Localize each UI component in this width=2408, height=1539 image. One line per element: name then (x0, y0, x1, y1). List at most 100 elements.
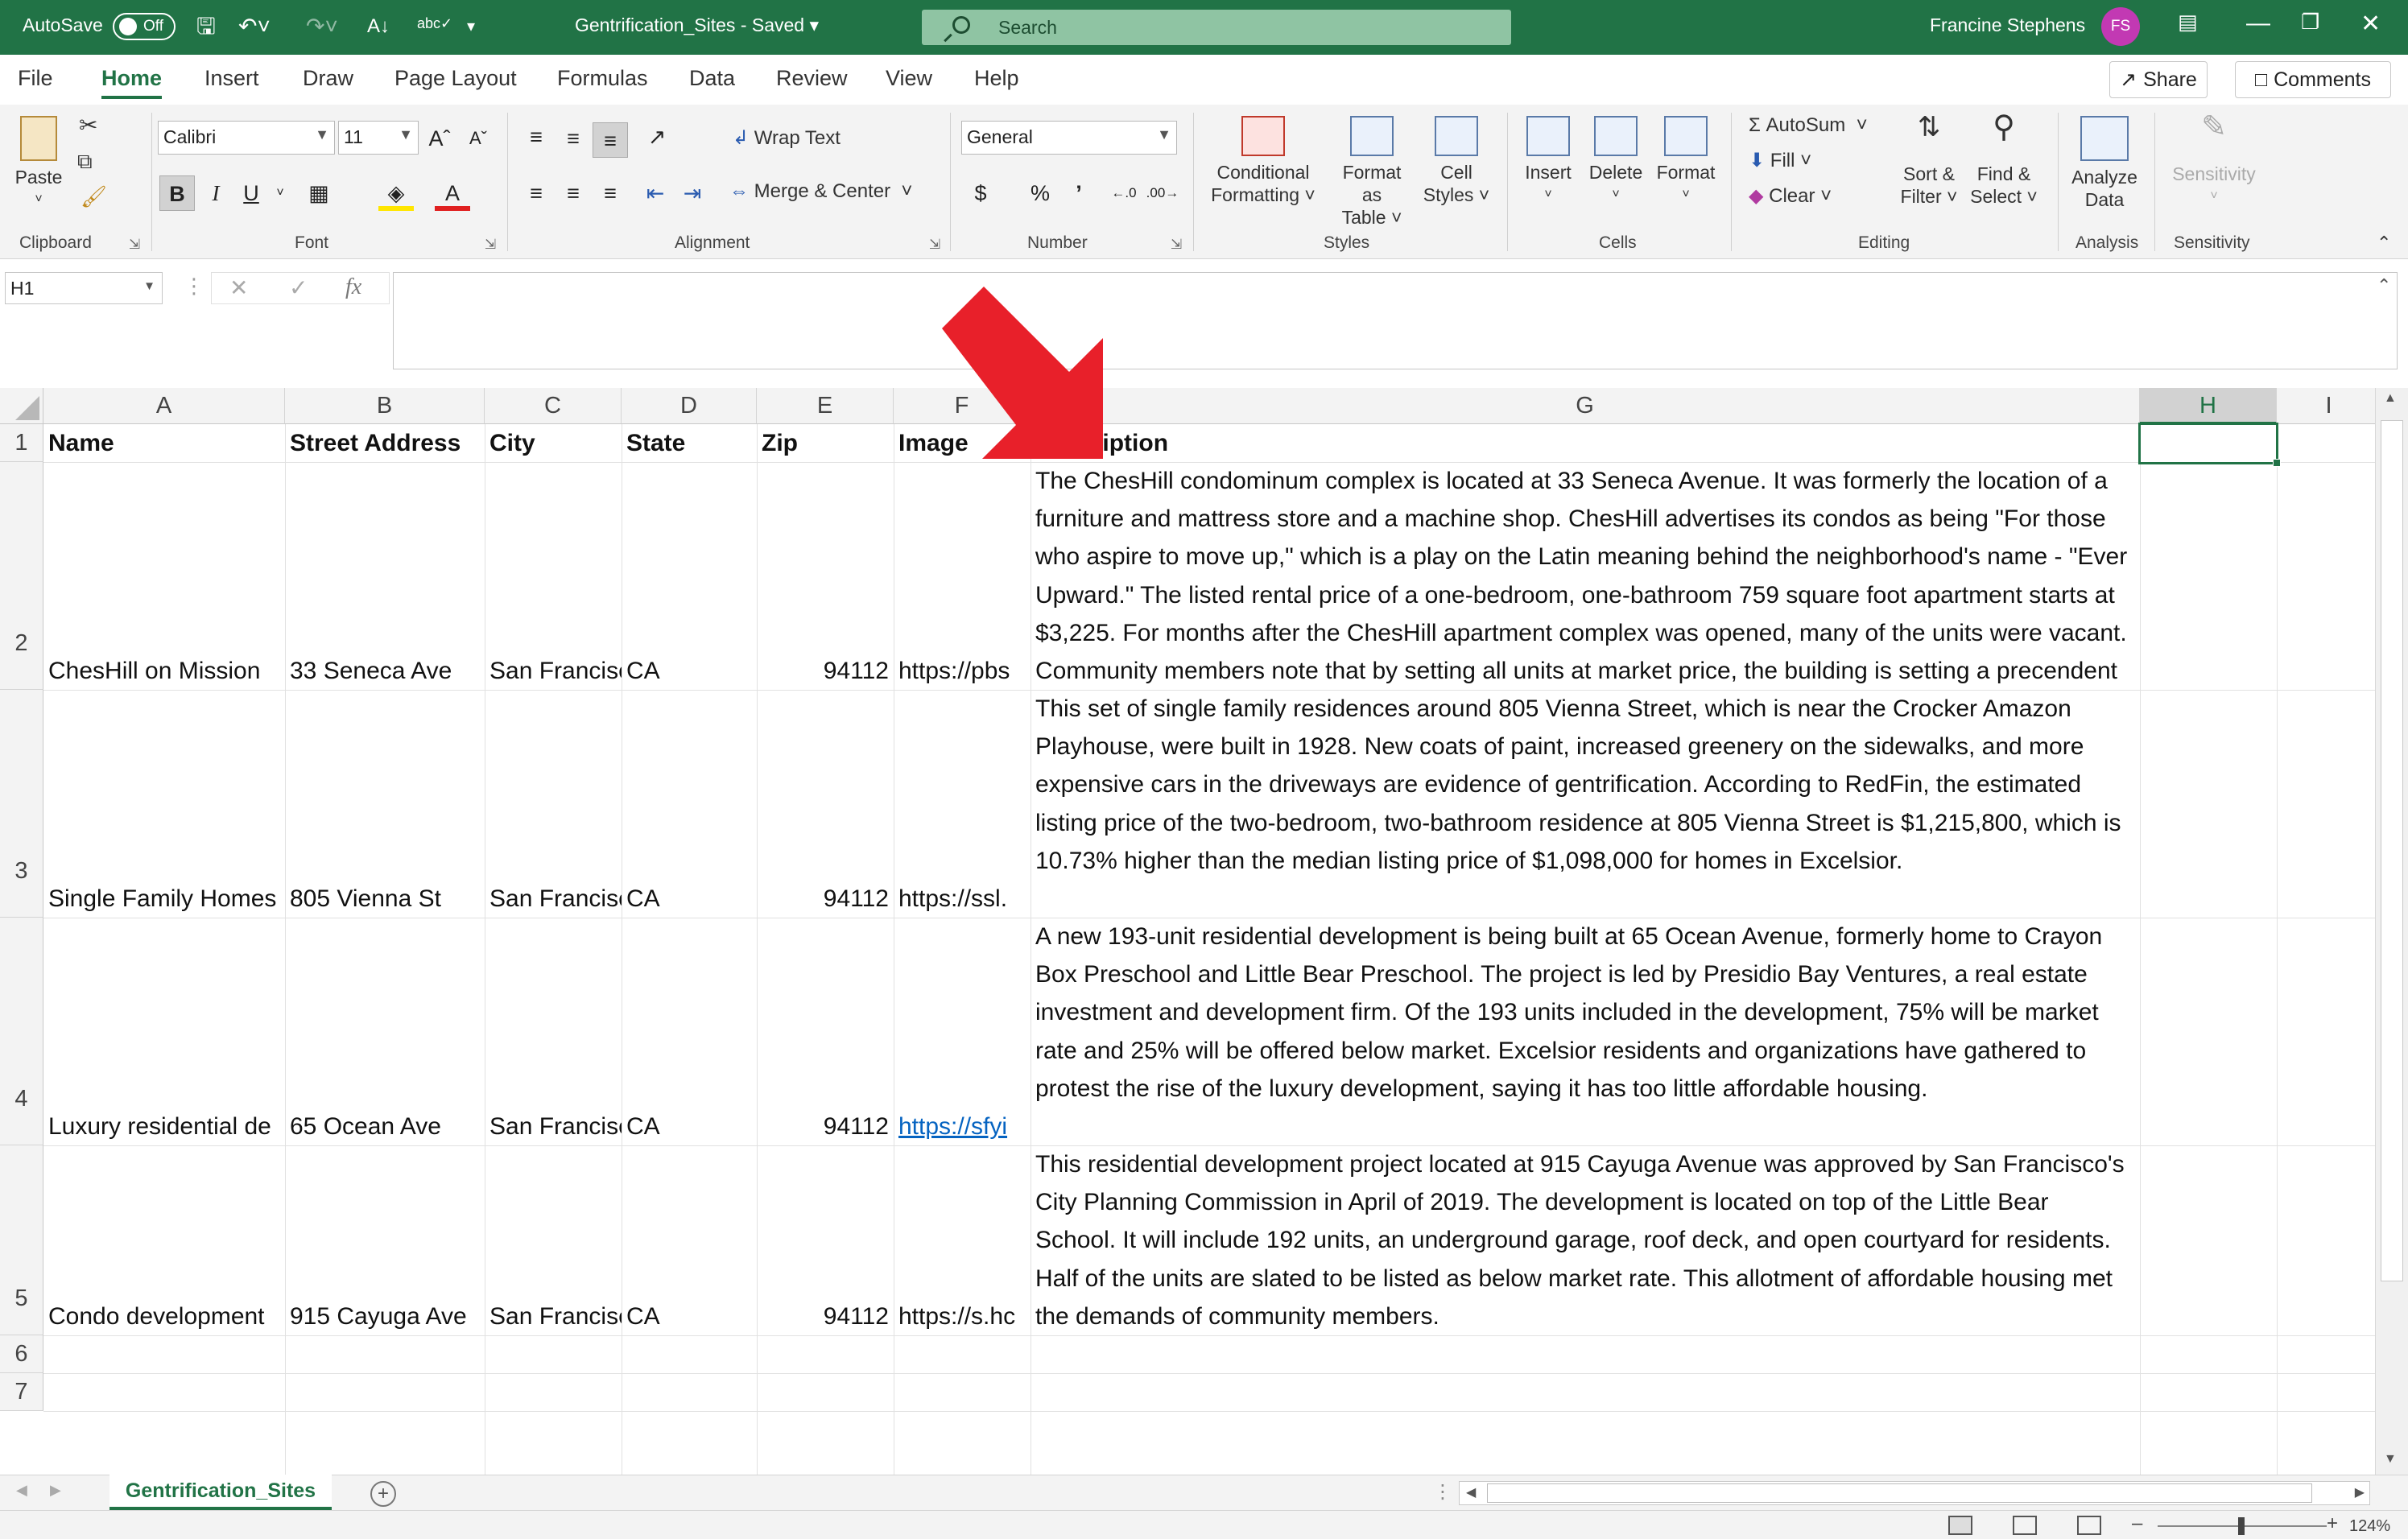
tab-formulas[interactable]: Formulas (557, 66, 648, 91)
page-break-view-icon[interactable] (2077, 1516, 2101, 1535)
borders-icon[interactable]: ▦ (301, 175, 337, 211)
number-format-select[interactable]: General ▼ (961, 121, 1177, 155)
cell-g2[interactable]: The ChesHill condominum complex is locat… (1031, 462, 2140, 690)
undo-icon[interactable]: ↶˅ (238, 14, 271, 39)
cell-c3[interactable]: San Francisco (485, 880, 622, 918)
cell-f2[interactable]: https://pbs (894, 652, 1031, 690)
name-box[interactable]: H1 ▼ (5, 272, 163, 304)
cell-b2[interactable]: 33 Seneca Ave (285, 652, 485, 690)
document-title[interactable]: Gentrification_Sites - Saved ▾ (575, 14, 819, 36)
cell-c4[interactable]: San Francisco (485, 1108, 622, 1145)
tab-review[interactable]: Review (776, 66, 848, 91)
decrease-indent-icon[interactable]: ⇤ (638, 175, 673, 211)
formula-input[interactable] (393, 272, 2398, 369)
cell-a1[interactable]: Name (43, 424, 285, 462)
shrink-font-icon[interactable]: Aˇ (461, 121, 496, 156)
cell-c1[interactable]: City (485, 424, 622, 462)
column-header-e[interactable]: E (757, 388, 894, 424)
horizontal-scrollbar[interactable]: ◀ ▶ (1459, 1481, 2370, 1505)
horizontal-scroll-thumb[interactable] (1487, 1483, 2312, 1503)
clipboard-launcher-icon[interactable]: ⇲ (129, 237, 140, 253)
sort-filter-button[interactable]: ⇅ Sort & Filter ˅ (1895, 113, 1963, 208)
cell-d5[interactable]: CA (622, 1298, 757, 1335)
close-icon[interactable]: ✕ (2361, 10, 2381, 38)
cell-e4[interactable]: 94112 (757, 1108, 894, 1145)
align-top-icon[interactable]: ≡ (518, 119, 554, 155)
merge-center-button[interactable]: ⇔ Merge & Center ˅ (729, 180, 912, 203)
tab-insert[interactable]: Insert (204, 66, 259, 91)
sensitivity-button[interactable]: ✎ Sensitivity ˅ (2166, 112, 2262, 208)
number-launcher-icon[interactable]: ⇲ (1171, 237, 1182, 253)
cell-d1[interactable]: State (622, 424, 757, 462)
sheet-tab-gentrification-sites[interactable]: Gentrification_Sites (109, 1475, 332, 1510)
cell-a3[interactable]: Single Family Homes (43, 880, 285, 918)
conditional-formatting-button[interactable]: Conditional Formatting ˅ (1211, 116, 1316, 206)
cell-e1[interactable]: Zip (757, 424, 894, 462)
fill-button[interactable]: ⬇ Fill ˅ (1749, 150, 1811, 172)
vertical-scroll-thumb[interactable] (2381, 420, 2403, 1281)
redo-icon[interactable]: ↷˅ (306, 14, 338, 39)
align-bottom-icon[interactable]: ≡ (593, 122, 628, 158)
increase-decimal-icon[interactable]: ←.0 (1106, 175, 1142, 211)
decrease-decimal-icon[interactable]: .00→ (1145, 175, 1180, 211)
tab-page-layout[interactable]: Page Layout (394, 66, 517, 91)
align-middle-icon[interactable]: ≡ (556, 121, 591, 156)
cell-e2[interactable]: 94112 (757, 652, 894, 690)
next-sheet-icon[interactable]: ▶ (50, 1482, 61, 1499)
font-size-select[interactable]: 11 ▼ (338, 121, 419, 155)
cell-d4[interactable]: CA (622, 1108, 757, 1145)
cell-g5[interactable]: This residential development project loc… (1031, 1145, 2140, 1335)
row-header-1[interactable]: 1 (0, 424, 43, 462)
cell-c2[interactable]: San Francisco (485, 652, 622, 690)
cell-f5[interactable]: https://s.hc (894, 1298, 1031, 1335)
row-header-2[interactable]: 2 (0, 462, 43, 690)
delete-cells-button[interactable]: Delete ˅ (1586, 116, 1646, 206)
orientation-icon[interactable]: ↗ (639, 119, 675, 155)
fill-color-icon[interactable]: ◈ (378, 175, 414, 211)
find-select-button[interactable]: ⚲ Find & Select ˅ (1969, 112, 2038, 208)
tab-view[interactable]: View (886, 66, 932, 91)
format-as-table-button[interactable]: Format as Table ˅ (1332, 116, 1412, 229)
cell-g3[interactable]: This set of single family residences aro… (1031, 690, 2140, 918)
save-icon[interactable]: 🖫 (196, 14, 216, 39)
cell-g4[interactable]: A new 193-unit residential development i… (1031, 918, 2140, 1145)
cell-d2[interactable]: CA (622, 652, 757, 690)
row-header-7[interactable]: 7 (0, 1373, 43, 1411)
tab-help[interactable]: Help (974, 66, 1019, 91)
percent-button[interactable]: % (1022, 175, 1058, 211)
zoom-in-icon[interactable]: + (2327, 1512, 2338, 1535)
cell-b3[interactable]: 805 Vienna St (285, 880, 485, 918)
vertical-scrollbar[interactable]: ▲ ▼ (2375, 388, 2408, 1475)
zoom-out-icon[interactable]: – (2132, 1512, 2142, 1535)
sort-ascending-icon[interactable]: A↓ (367, 14, 390, 39)
enter-icon[interactable]: ✓ (289, 274, 308, 301)
underline-dropdown-icon[interactable]: ˅ (262, 175, 298, 211)
align-center-icon[interactable]: ≡ (556, 175, 591, 211)
formula-bar-collapse-icon[interactable]: ⌃ (2377, 275, 2391, 296)
column-header-i[interactable]: I (2277, 388, 2381, 424)
normal-view-icon[interactable] (1948, 1516, 1972, 1535)
collapse-ribbon-icon[interactable]: ⌃ (2377, 232, 2391, 254)
scroll-down-icon[interactable]: ▼ (2384, 1452, 2397, 1467)
cell-a5[interactable]: Condo development (43, 1298, 285, 1335)
cell-b5[interactable]: 915 Cayuga Ave (285, 1298, 485, 1335)
scroll-left-icon[interactable]: ◀ (1466, 1484, 1476, 1500)
tab-split-grip-icon[interactable]: ⋮ (1433, 1480, 1452, 1504)
copy-icon[interactable]: ⧉ (77, 150, 93, 172)
tab-draw[interactable]: Draw (303, 66, 353, 91)
avatar[interactable]: FS (2101, 7, 2140, 46)
row-header-6[interactable]: 6 (0, 1335, 43, 1373)
bold-button[interactable]: B (159, 175, 195, 211)
paste-button[interactable]: Paste ˅ (13, 116, 64, 211)
active-cell-h1[interactable] (2138, 423, 2281, 467)
spelling-icon[interactable]: abc✓ (417, 11, 452, 35)
page-layout-view-icon[interactable] (2013, 1516, 2037, 1535)
tab-data[interactable]: Data (689, 66, 735, 91)
grow-font-icon[interactable]: Aˆ (422, 121, 457, 156)
customize-qat-icon[interactable]: ▾ (467, 14, 475, 39)
font-color-icon[interactable]: A (435, 175, 470, 211)
cell-a2[interactable]: ChesHill on Mission (43, 652, 285, 690)
zoom-slider[interactable] (2158, 1517, 2327, 1535)
cell-f4-hyperlink[interactable]: https://sfyi (894, 1108, 1031, 1145)
cut-icon[interactable]: ✂ (79, 114, 97, 137)
